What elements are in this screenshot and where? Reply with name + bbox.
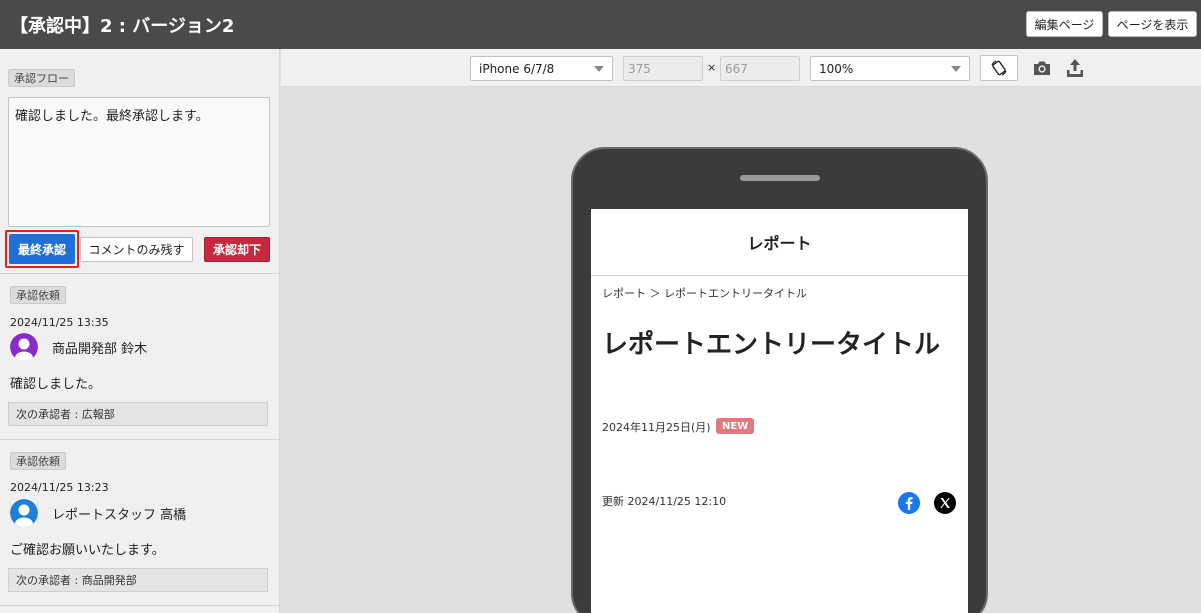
request-datetime: 2024/11/25 13:35: [10, 316, 109, 329]
preview-toolbar: iPhone 6/7/8 375 × 667 100%: [281, 49, 1201, 87]
request-user: レポートスタッフ 高橋: [52, 508, 187, 523]
rotate-button[interactable]: [980, 55, 1018, 81]
updated-date: 更新 2024/11/25 12:10: [602, 495, 727, 508]
preview-screen: レポート レポート ＞ レポートエントリータイトル レポートエントリータイトル …: [591, 209, 968, 613]
request-message: 確認しました。: [10, 377, 102, 392]
camera-icon[interactable]: [1032, 58, 1052, 78]
site-title: レポート: [591, 209, 968, 276]
user-avatar-icon: [10, 333, 38, 361]
new-badge: NEW: [716, 418, 755, 434]
request-datetime: 2024/11/25 13:23: [10, 481, 109, 494]
divider: [0, 439, 279, 440]
comment-input[interactable]: [8, 97, 270, 227]
chevron-down-icon: [594, 66, 604, 72]
rotate-icon: [991, 60, 1007, 76]
device-select-value: iPhone 6/7/8: [479, 61, 555, 76]
upload-icon[interactable]: [1065, 58, 1085, 78]
article-date: 2024年11月25日(月): [602, 421, 711, 434]
request-tag: 承認依頼: [10, 452, 66, 470]
final-approve-label: 最終承認: [9, 234, 75, 264]
view-page-button[interactable]: ページを表示: [1108, 11, 1197, 37]
reject-button[interactable]: 承認却下: [204, 237, 270, 262]
approval-flow-tag: 承認フロー: [8, 69, 75, 87]
device-select[interactable]: iPhone 6/7/8: [470, 56, 613, 81]
article-title: レポートエントリータイトル: [602, 330, 941, 360]
request-message: ご確認お願いいたします。: [10, 543, 165, 558]
next-approver-box: 次の承認者 : 広報部: [8, 402, 268, 426]
comment-only-button[interactable]: コメントのみ残す: [80, 237, 193, 262]
final-approve-button[interactable]: 最終承認: [5, 230, 79, 268]
width-input[interactable]: 375: [623, 56, 703, 81]
x-icon[interactable]: [934, 492, 956, 514]
approval-sidebar: 承認フロー 最終承認 コメントのみ残す 承認却下 承認依頼 2024/11/25…: [0, 49, 280, 613]
breadcrumb: レポート ＞ レポートエントリータイトル: [602, 287, 807, 300]
app-header: 【承認中】2 : バージョン2 編集ページ ページを表示: [0, 0, 1201, 49]
divider: [0, 273, 279, 274]
zoom-select[interactable]: 100%: [810, 56, 970, 81]
facebook-icon[interactable]: [898, 492, 920, 514]
request-user: 商品開発部 鈴木: [52, 342, 148, 357]
edit-page-button[interactable]: 編集ページ: [1026, 11, 1103, 37]
zoom-select-value: 100%: [819, 61, 854, 76]
next-approver-box: 次の承認者 : 商品開発部: [8, 568, 268, 592]
height-input[interactable]: 667: [720, 56, 800, 81]
divider: [0, 605, 279, 606]
page-title: 【承認中】2 : バージョン2: [10, 16, 235, 37]
chevron-down-icon: [951, 66, 961, 72]
request-tag: 承認依頼: [10, 286, 66, 304]
times-sign: ×: [707, 61, 717, 74]
user-avatar-icon: [10, 499, 38, 527]
phone-speaker: [740, 175, 820, 181]
